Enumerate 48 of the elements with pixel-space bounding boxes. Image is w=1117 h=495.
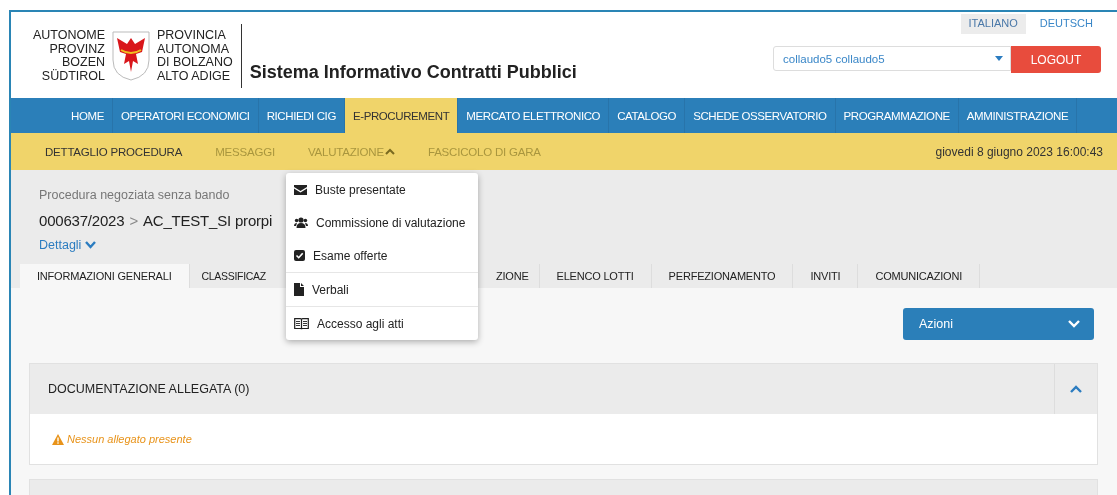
caret-icon — [995, 56, 1003, 61]
menu-item-label: Accesso agli atti — [317, 316, 404, 331]
user-name: collaudo5 collaudo5 — [783, 52, 885, 65]
menu-item[interactable]: Buste presentate — [286, 173, 478, 206]
crest-icon — [111, 30, 151, 82]
procedure-type: Procedura negoziata senza bando — [39, 188, 230, 202]
breadcrumb-separator: > — [129, 212, 138, 229]
menu-item[interactable]: Esame offerte — [286, 239, 478, 272]
chevron-down-icon — [1068, 320, 1080, 328]
warning-message: Nessun allegato presente — [67, 433, 192, 445]
chevron-icon — [384, 148, 395, 155]
site-title: Sistema Informativo Contratti Pubblici — [249, 61, 577, 83]
document-icon — [294, 283, 304, 296]
logo-text: ALTO ADIGE — [157, 69, 232, 83]
procedure-number: 000637/2023 — [39, 212, 125, 229]
warning-icon — [52, 433, 64, 445]
logo-text: BOZEN — [61, 56, 105, 69]
chevron-icon — [1070, 385, 1082, 393]
envelope-icon — [294, 184, 307, 195]
menu-item-label: Esame offerte — [313, 248, 388, 263]
logo-text: PROVINCIA — [157, 29, 227, 43]
logo-text: AUTONOME — [33, 29, 105, 43]
menu-item-label: Buste presentate — [315, 182, 406, 197]
logo-text: AUTONOMA — [157, 42, 230, 56]
details-link[interactable]: Dettagli — [39, 238, 97, 252]
nav-item[interactable]: E-PROCUREMENT — [344, 98, 459, 133]
chevron-down-icon — [85, 241, 97, 249]
user-select[interactable]: collaudo5 collaudo5 — [773, 46, 1011, 71]
logout-button[interactable]: LOGOUT — [1011, 46, 1101, 73]
language-link[interactable]: ITALIANO — [960, 14, 1026, 34]
menu-item[interactable]: Accesso agli atti — [286, 307, 478, 340]
logo-text: PROVINZ — [49, 42, 105, 56]
checkbox-icon — [294, 250, 305, 261]
subnav-item[interactable]: DETTAGLIO PROCEDURA — [45, 145, 183, 158]
menu-item-label: Commissione di valutazione — [316, 215, 466, 230]
date-time: giovedi 8 giugno 2023 16:00:43 — [935, 144, 1103, 159]
logo-text: DI BOLZANO — [157, 56, 233, 70]
procedure-title: AC_TEST_SI prorpi — [142, 212, 273, 229]
logo-text: SÜDTIROL — [41, 69, 105, 83]
tab[interactable]: INFORMAZIONI GENERALI — [20, 264, 190, 288]
users-icon — [294, 217, 308, 228]
actions-dropdown-button[interactable]: Azioni — [903, 308, 1094, 340]
menu-item[interactable]: Verbali — [286, 273, 478, 306]
panel-title: DOCUMENTAZIONE ALLEGATA (0) — [47, 381, 251, 398]
language-link[interactable]: DEUTSCH — [1031, 14, 1101, 34]
menu-item-label: Verbali — [312, 282, 349, 297]
menu-item[interactable]: Commissione di valutazione — [286, 206, 478, 239]
book-icon — [294, 317, 309, 330]
